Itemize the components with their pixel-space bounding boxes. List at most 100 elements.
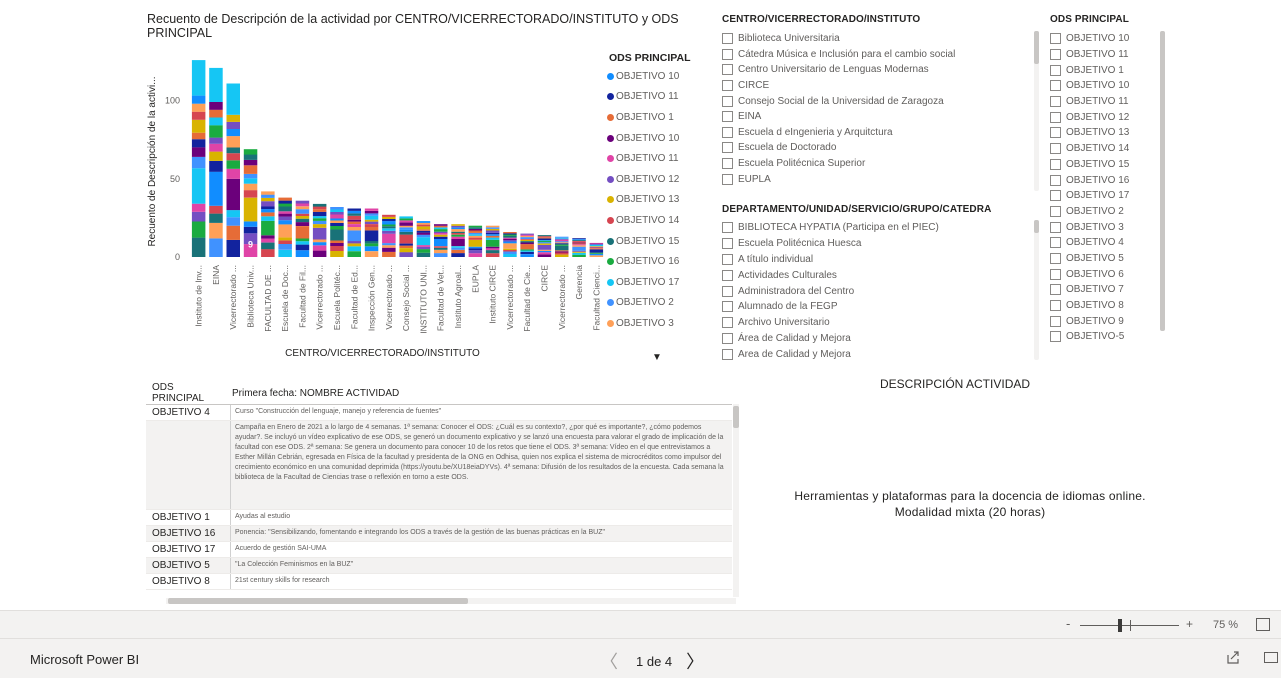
slicer-option[interactable]: Centro Universitario de Lenguas Modernas <box>722 62 1022 78</box>
bar-segment[interactable] <box>209 143 223 152</box>
checkbox[interactable] <box>1050 205 1061 217</box>
caret-down-icon[interactable]: ▼ <box>652 352 662 363</box>
bar-segment[interactable] <box>572 241 586 243</box>
bar-segment[interactable] <box>278 203 292 207</box>
bar-segment[interactable] <box>347 208 362 211</box>
bar-segment[interactable] <box>537 241 552 243</box>
bar-segment[interactable] <box>347 227 362 231</box>
bar-segment[interactable] <box>278 240 292 244</box>
slicer-option[interactable]: A título individual <box>722 252 1022 268</box>
bar-segment[interactable] <box>243 183 258 191</box>
bar-segment[interactable] <box>485 230 500 233</box>
bar-segment[interactable] <box>382 226 396 229</box>
bar-segment[interactable] <box>416 222 431 225</box>
checkbox[interactable] <box>1050 64 1061 76</box>
bar-segment[interactable] <box>209 137 223 144</box>
checkbox[interactable] <box>722 269 733 281</box>
bar-segment[interactable] <box>589 243 604 245</box>
bar-segment[interactable] <box>261 249 275 257</box>
bar-segment[interactable] <box>330 243 344 246</box>
bar-segment[interactable] <box>451 246 465 248</box>
bar-segment[interactable] <box>330 246 344 251</box>
slicer-option[interactable]: Alumnado de la FEGP <box>722 299 1022 315</box>
bar-segment[interactable] <box>503 234 517 236</box>
bar-segment[interactable] <box>209 67 223 102</box>
bar-segment[interactable] <box>226 147 241 154</box>
checkbox[interactable] <box>722 80 733 92</box>
legend-item[interactable]: OBJETIVO 17 <box>607 272 679 293</box>
bar-segment[interactable] <box>434 236 448 239</box>
bar-segment[interactable] <box>520 251 534 255</box>
bar-segment[interactable] <box>364 211 379 214</box>
bar-segment[interactable] <box>399 218 413 221</box>
bar-segment[interactable] <box>434 238 448 247</box>
bar-segment[interactable] <box>537 236 552 238</box>
bar-segment[interactable] <box>434 225 448 228</box>
bar-segment[interactable] <box>261 191 275 195</box>
bar-segment[interactable] <box>537 237 552 239</box>
bar-segment[interactable] <box>330 214 344 219</box>
slicer-option[interactable]: OBJETIVO 11 <box>1050 94 1150 110</box>
bar-segment[interactable] <box>589 255 604 257</box>
bar-segment[interactable] <box>191 139 206 148</box>
bar-segment[interactable] <box>416 229 431 231</box>
bar-segment[interactable] <box>572 251 586 253</box>
bar-segment[interactable] <box>312 206 327 210</box>
zoom-slider-thumb[interactable] <box>1117 619 1122 632</box>
bar-segment[interactable] <box>399 234 413 244</box>
table-row[interactable]: Campaña en Enero de 2021 a lo largo de 4… <box>146 421 732 510</box>
bar-segment[interactable] <box>572 238 586 240</box>
slicer-option[interactable]: OBJETIVO-5 <box>1050 329 1150 345</box>
bar-segment[interactable] <box>451 247 465 250</box>
bar-segment[interactable] <box>537 242 552 244</box>
bar-segment[interactable] <box>468 239 483 247</box>
column-header-activity[interactable]: Primera fecha: NOMBRE ACTIVIDAD <box>228 388 399 399</box>
bar-segment[interactable] <box>243 178 258 184</box>
bar-segment[interactable] <box>191 156 206 169</box>
slicer-option[interactable]: CIRCE <box>722 78 1022 94</box>
bar-segment[interactable] <box>468 232 483 235</box>
bar-segment[interactable] <box>520 238 534 240</box>
bar-segment[interactable] <box>451 234 465 237</box>
bar-segment[interactable] <box>191 237 206 257</box>
bar-segment[interactable] <box>312 216 327 219</box>
bar-segment[interactable] <box>209 171 223 206</box>
bar-segment[interactable] <box>364 213 379 216</box>
bar-segment[interactable] <box>261 201 275 207</box>
bar-segment[interactable] <box>485 232 500 235</box>
checkbox[interactable] <box>722 48 733 60</box>
bar-segment[interactable] <box>226 83 241 115</box>
bar-segment[interactable] <box>191 119 206 133</box>
bar-segment[interactable] <box>278 220 292 225</box>
bar-segment[interactable] <box>347 211 362 214</box>
bar-segment[interactable] <box>347 230 362 242</box>
bar-segment[interactable] <box>347 215 362 220</box>
bar-segment[interactable] <box>503 237 517 239</box>
bar-segment[interactable] <box>243 174 258 179</box>
activities-table[interactable]: ODS PRINCIPAL Primera fecha: NOMBRE ACTI… <box>146 382 742 608</box>
bar-segment[interactable] <box>503 241 517 244</box>
bar-segment[interactable] <box>555 237 569 239</box>
bar-segment[interactable] <box>226 168 241 179</box>
bar-segment[interactable] <box>572 242 586 244</box>
bar-segment[interactable] <box>555 244 569 246</box>
bar-segment[interactable] <box>399 229 413 232</box>
table-row[interactable]: OBJETIVO 17 Acuerdo de gestión SAI-UMA <box>146 542 732 558</box>
bar-segment[interactable] <box>243 149 258 155</box>
bar-segment[interactable] <box>485 225 500 228</box>
checkbox[interactable] <box>1050 80 1061 92</box>
bar-segment[interactable] <box>364 215 379 220</box>
checkbox[interactable] <box>722 348 733 360</box>
bar-segment[interactable] <box>589 244 604 245</box>
bar-segment[interactable] <box>451 236 465 239</box>
bar-segment[interactable] <box>209 151 223 161</box>
column-header-ods[interactable]: ODS PRINCIPAL <box>146 382 228 404</box>
bar-segment[interactable] <box>434 253 448 257</box>
bar-segment[interactable] <box>382 228 396 231</box>
bar-segment[interactable] <box>364 208 379 211</box>
bar-segment[interactable] <box>399 245 413 248</box>
slicer-option[interactable]: OBJETIVO 14 <box>1050 141 1150 157</box>
slicer-ods-scrollbar[interactable] <box>1160 31 1165 331</box>
checkbox[interactable] <box>722 301 733 313</box>
legend-item[interactable]: OBJETIVO 14 <box>607 210 679 231</box>
